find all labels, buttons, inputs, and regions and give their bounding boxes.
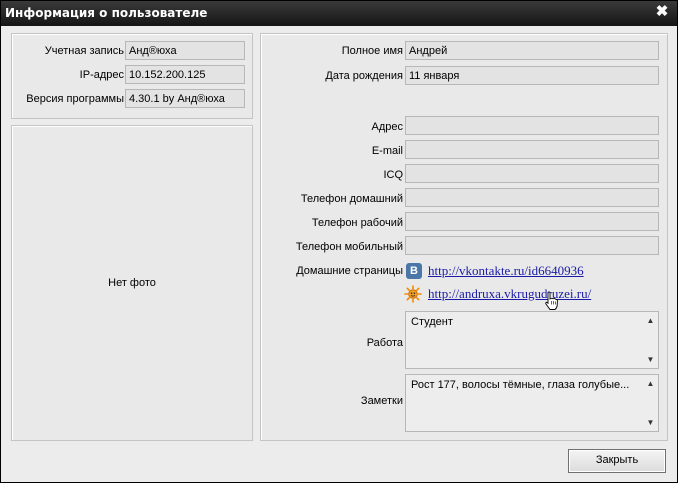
email-field[interactable]: [405, 140, 659, 159]
mobile-phone-label: Телефон мобильный: [295, 241, 403, 253]
profile-panel: Полное имя Андрей Дата рождения 11 январ…: [260, 33, 668, 441]
version-label: Версия программы: [26, 93, 124, 105]
mobile-phone-field[interactable]: [405, 236, 659, 255]
sun-icon: [404, 285, 422, 303]
account-label: Учетная запись: [44, 45, 124, 57]
close-button[interactable]: Закрыть: [568, 449, 666, 473]
window-title: Информация о пользователе: [5, 6, 208, 20]
scroll-down-arrow-icon[interactable]: ▼: [645, 354, 656, 365]
scroll-down-arrow-icon[interactable]: ▼: [645, 417, 656, 428]
work-phone-label: Телефон рабочий: [311, 217, 403, 229]
birthdate-label: Дата рождения: [325, 70, 403, 82]
homepages-label: Домашние страницы: [296, 265, 403, 277]
work-text: Студент: [411, 316, 453, 328]
title-bar[interactable]: Информация о пользователе ✖: [1, 1, 677, 26]
icq-label: ICQ: [383, 169, 403, 181]
address-label: Адрес: [371, 121, 404, 133]
user-info-window: Информация о пользователе ✖ Учетная запи…: [0, 0, 678, 483]
fullname-field[interactable]: Андрей: [405, 41, 659, 60]
homepage-link-druzei[interactable]: http://andruxa.vkrugudruzei.ru/: [428, 286, 591, 302]
work-label: Работа: [366, 337, 403, 349]
work-memo[interactable]: Студент ▲ ▼: [405, 311, 659, 369]
notes-memo[interactable]: Рост 177, волосы тёмные, глаза голубые..…: [405, 374, 659, 432]
close-icon[interactable]: ✖: [653, 3, 671, 21]
email-label: E-mail: [371, 145, 403, 157]
scroll-up-arrow-icon[interactable]: ▲: [645, 315, 656, 326]
icq-field[interactable]: [405, 164, 659, 183]
homepage-link-vk[interactable]: http://vkontakte.ru/id6640936: [428, 263, 584, 279]
fullname-label: Полное имя: [341, 45, 403, 57]
account-panel: Учетная запись Анд®юха IP-адрес 10.152.2…: [11, 33, 253, 119]
photo-panel: Нет фото: [11, 125, 253, 441]
notes-text: Рост 177, волосы тёмные, глаза голубые..…: [411, 379, 630, 391]
notes-label: Заметки: [360, 395, 403, 407]
ip-field[interactable]: 10.152.200.125: [125, 65, 245, 84]
vk-icon: B: [406, 263, 422, 279]
address-field[interactable]: [405, 116, 659, 135]
ip-label: IP-адрес: [79, 69, 124, 81]
version-field[interactable]: 4.30.1 by Анд®юха: [125, 89, 245, 108]
birthdate-field[interactable]: 11 января: [405, 66, 659, 85]
home-phone-field[interactable]: [405, 188, 659, 207]
account-field[interactable]: Анд®юха: [125, 41, 245, 60]
no-photo-text: Нет фото: [108, 277, 156, 289]
hand-cursor-icon: [545, 291, 558, 310]
home-phone-label: Телефон домашний: [300, 193, 403, 205]
work-phone-field[interactable]: [405, 212, 659, 231]
scroll-up-arrow-icon[interactable]: ▲: [645, 378, 656, 389]
